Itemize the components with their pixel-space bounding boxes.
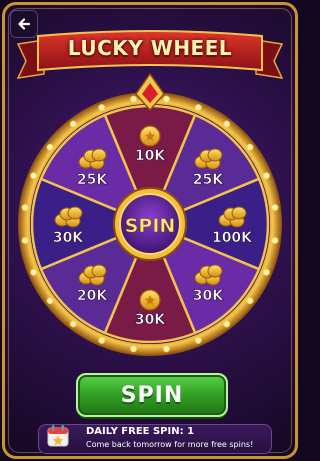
rim-bulb [246,143,254,151]
prize-label-bottom: 30K [135,312,166,328]
rim-bulb [130,95,138,103]
rim-bulb [162,345,170,353]
prize-label-top: 10K [135,148,166,164]
prize-label-bottom-right: 30K [193,288,224,304]
prize-label-top-right: 25K [193,172,224,188]
rim-bulb [46,143,54,151]
hub-spin-label: SPIN [125,215,176,237]
spin-button[interactable]: SPIN [76,373,228,417]
rim-bulb [21,204,29,212]
daily-spin-count: DAILY FREE SPIN: 1 [86,426,195,437]
rim-bulb [69,120,77,128]
rim-bulb [69,320,77,328]
daily-spin-note: Come back tomorrow for more free spins! [86,440,254,449]
rim-bulb [30,172,38,180]
rim-bulb [130,345,138,353]
rim-bulb [46,297,54,305]
prize-label-top-left: 25K [77,172,108,188]
rim-bulb [223,120,231,128]
rim-bulb [98,104,106,112]
rim-bulb [98,336,106,344]
rim-bulb [246,297,254,305]
rim-bulb [271,204,279,212]
rim-bulb [223,320,231,328]
coin-icon [139,289,161,311]
prize-label-left: 30K [53,230,84,246]
rim-bulb [194,104,202,112]
rim-bulb [271,236,279,244]
rim-bulb [194,336,202,344]
rim-bulb [30,268,38,276]
rim-bulb [162,95,170,103]
prize-label-bottom-left: 20K [77,288,108,304]
rim-bulb [262,172,270,180]
calendar-icon [47,425,69,447]
lucky-wheel[interactable]: 10K 25K 100K 30K 30K 20K 30K 25K SPIN [14,72,286,362]
rim-bulb [262,268,270,276]
rim-bulb [21,236,29,244]
coin-icon [139,125,161,147]
prize-label-right: 100K [212,230,253,246]
spin-button-label: SPIN [120,382,184,408]
page-title: LUCKY WHEEL [67,36,233,60]
